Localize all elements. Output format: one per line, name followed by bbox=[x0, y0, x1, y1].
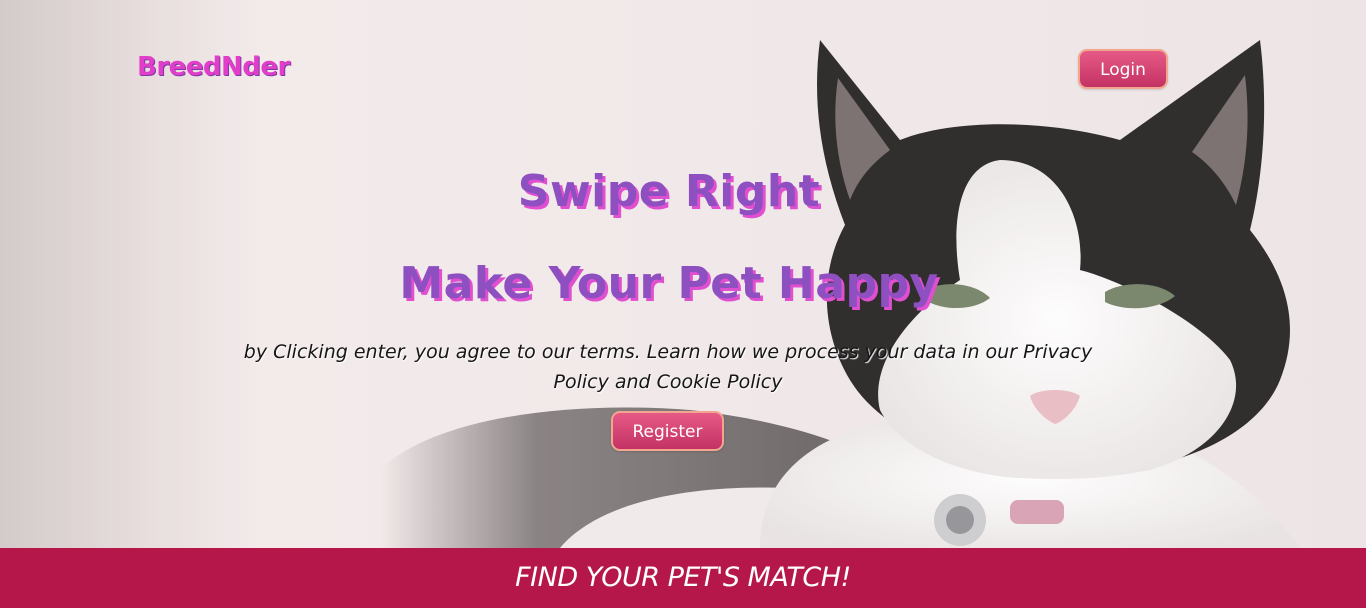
brand-logo[interactable]: BreedNder bbox=[137, 52, 290, 82]
headline-make-pet-happy: Make Your Pet Happy bbox=[399, 258, 939, 309]
banner-tagline: FIND YOUR PET'S MATCH! bbox=[515, 562, 851, 593]
register-button[interactable]: Register bbox=[611, 411, 724, 451]
hero-section: BreedNder Login Swipe Right Make Your Pe… bbox=[0, 0, 1366, 548]
headline-swipe-right: Swipe Right bbox=[517, 166, 821, 217]
landing-page: BreedNder Login Swipe Right Make Your Pe… bbox=[0, 0, 1366, 608]
terms-notice: by Clicking enter, you agree to our term… bbox=[243, 341, 1093, 393]
footer-banner: FIND YOUR PET'S MATCH! bbox=[0, 548, 1366, 608]
login-button[interactable]: Login bbox=[1078, 49, 1168, 89]
